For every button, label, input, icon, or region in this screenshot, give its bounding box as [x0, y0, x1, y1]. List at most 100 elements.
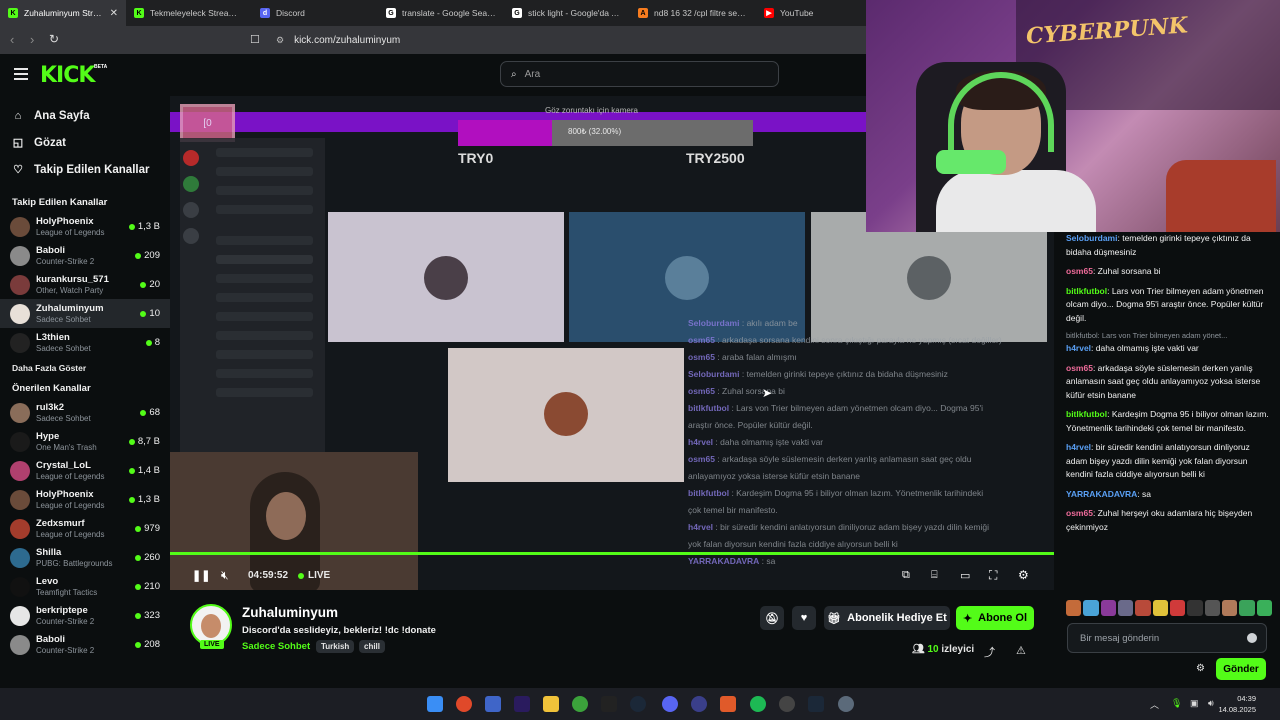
epic-icon[interactable] [601, 696, 617, 712]
gift-sub-button[interactable]: 🎁︎ Abonelik Hediye Et [824, 606, 950, 630]
sidebar-channel[interactable]: kurankursu_571 Other, Watch Party 20 [0, 270, 170, 299]
subscribe-button[interactable]: ✦ Abone Ol [956, 606, 1034, 630]
browser-tab[interactable]: K Zuhaluminyum Stream ✕ [0, 0, 126, 26]
app-icon[interactable] [779, 696, 795, 712]
site-info-icon[interactable]: ⚙ [276, 35, 284, 46]
emote-icon[interactable] [1256, 600, 1272, 616]
emote-icon[interactable] [1221, 600, 1238, 616]
emote-icon[interactable] [1117, 600, 1134, 616]
video-progress-bar[interactable] [170, 552, 1054, 555]
emote-icon[interactable] [1187, 600, 1203, 616]
sidebar-channel[interactable]: Zuhaluminyum Sadece Sohbet 10 [0, 299, 170, 328]
emote-icon[interactable] [1083, 600, 1099, 616]
notifications-off-button[interactable]: 🔕︎ [760, 606, 784, 630]
sidebar-channel[interactable]: Baboli Counter-Strike 2 209 [0, 241, 170, 270]
emote-icon[interactable] [1066, 600, 1082, 616]
streamer-name[interactable]: Zuhaluminyum [242, 605, 338, 620]
volume-icon[interactable]: 🔊︎ [1208, 698, 1214, 709]
chat-message[interactable]: osm65: Zuhal herşeyi oku adamlara hiç bi… [1066, 507, 1272, 534]
reload-icon[interactable]: ↻ [49, 32, 59, 46]
sidebar-channel[interactable]: Baboli Counter-Strike 2 208 [0, 630, 170, 659]
sidebar-channel[interactable]: Shilla PUBG: Battlegrounds 260 [0, 543, 170, 572]
stream-tag[interactable]: Turkish [316, 640, 355, 653]
settings-app-icon[interactable] [838, 696, 854, 712]
settings-icon[interactable]: ⚙ [1018, 568, 1029, 582]
chat-settings-icon[interactable]: ⚙ [1196, 663, 1205, 674]
chat-username[interactable]: osm65 [1066, 508, 1093, 518]
app-icon[interactable] [691, 696, 707, 712]
steam-icon[interactable] [808, 696, 824, 712]
xbox-icon[interactable] [572, 696, 588, 712]
browser-tab[interactable]: K Tekmeleyeleck Stream - W [126, 0, 252, 26]
chat-message[interactable]: bitlkfutbol: Kardeşim Dogma 95 i biliyor… [1066, 408, 1272, 435]
chat-username[interactable]: bitlkfutbol [1066, 286, 1107, 296]
chat-message[interactable]: osm65: Zuhal sorsana bi [1066, 265, 1272, 279]
search-input[interactable]: ⌕ Ara [500, 61, 779, 87]
browser-tab[interactable]: d Discord [252, 0, 378, 26]
emoji-icon[interactable] [1247, 633, 1257, 643]
sidebar-channel[interactable]: HolyPhoenix League of Legends 1,3 B [0, 212, 170, 241]
sidebar-nav-item[interactable]: ♡ Takip Edilen Kanallar [0, 156, 170, 183]
app-icon[interactable] [456, 696, 472, 712]
chat-message[interactable]: bitlkfutbol: Lars von Trier bilmeyen ada… [1066, 285, 1272, 326]
browser-tab[interactable]: And8 16 32 /cpl filtre seti 4 [630, 0, 756, 26]
premiere-icon[interactable] [514, 696, 530, 712]
sidebar-channel[interactable]: L3thien Sadece Sohbet 8 [0, 328, 170, 357]
bookmark-icon[interactable]: ☐ [250, 33, 260, 46]
spotify-icon[interactable] [750, 696, 766, 712]
clip-icon[interactable]: ⌸ [931, 569, 938, 582]
microphone-icon[interactable]: 🎙︎ [1171, 698, 1182, 709]
app-icon[interactable] [485, 696, 501, 712]
emote-icon[interactable] [1169, 600, 1186, 616]
steam-icon[interactable] [630, 696, 646, 712]
emote-icon[interactable] [1239, 600, 1255, 616]
report-icon[interactable]: ⚠ [1016, 644, 1026, 657]
sidebar-channel[interactable]: Hype One Man's Trash 8,7 B [0, 427, 170, 456]
chat-username[interactable]: osm65 [1066, 266, 1093, 276]
folder-icon[interactable] [543, 696, 559, 712]
chat-message[interactable]: Seloburdami: temelden girinki tepeye çık… [1066, 232, 1272, 259]
send-button[interactable]: Gönder [1216, 658, 1266, 680]
chat-message[interactable]: h4rvel: daha olmamış işte vakti var [1066, 342, 1272, 356]
chat-message[interactable]: h4rvel: bir süredir kendini anlatıyorsun… [1066, 441, 1272, 482]
discord-icon[interactable] [662, 696, 678, 712]
chat-username[interactable]: h4rvel [1066, 442, 1091, 452]
sidebar-channel[interactable]: Crystal_LoL League of Legends 1,4 B [0, 456, 170, 485]
sidebar-channel[interactable]: HolyPhoenix League of Legends 1,3 B [0, 485, 170, 514]
forward-icon[interactable]: › [30, 32, 34, 47]
theater-mode-icon[interactable]: ▭ [960, 569, 970, 582]
chat-reply-preview[interactable]: bitlkfutbol: Lars von Trier bilmeyen ada… [1066, 331, 1272, 340]
network-icon[interactable]: ▣ [1190, 698, 1199, 709]
chat-input[interactable]: Bir mesaj gönderin [1067, 623, 1267, 653]
sidebar-channel[interactable]: rul3k2 Sadece Sohbet 68 [0, 398, 170, 427]
chat-message[interactable]: YARRAKADAVRA: sa [1066, 488, 1272, 502]
tab-close-icon[interactable]: ✕ [110, 8, 118, 19]
chat-username[interactable]: osm65 [1066, 363, 1093, 373]
chat-message[interactable]: osm65: arkadaşa söyle süslemesin derken … [1066, 362, 1272, 403]
menu-icon[interactable] [14, 68, 28, 80]
emote-icon[interactable] [1204, 600, 1220, 616]
sidebar-nav-item[interactable]: ◱ Gözat [0, 129, 170, 156]
url-field[interactable]: ⚙ kick.com/zuhaluminyum [270, 30, 866, 50]
emote-icon[interactable] [1135, 600, 1151, 616]
stream-category[interactable]: Sadece Sohbet [242, 641, 310, 652]
live-indicator[interactable]: LIVE [298, 570, 330, 581]
pip-icon[interactable]: ⧉ [902, 569, 910, 582]
sidebar-channel[interactable]: Zedxsmurf League of Legends 979 [0, 514, 170, 543]
emote-icon[interactable] [1152, 600, 1168, 616]
show-more-link[interactable]: Daha Fazla Göster [0, 357, 170, 379]
system-clock[interactable]: 04:39 14.08.2025 [1218, 693, 1256, 715]
chat-username[interactable]: YARRAKADAVRA [1066, 489, 1137, 499]
brave-icon[interactable] [720, 696, 736, 712]
sidebar-channel[interactable]: Levo Teamfight Tactics 210 [0, 572, 170, 601]
share-icon[interactable]: ⤴ [984, 644, 995, 660]
emote-icon[interactable] [1100, 600, 1116, 616]
sidebar-channel[interactable]: berkriptepe Counter-Strike 2 323 [0, 601, 170, 630]
browser-tab[interactable]: Gtranslate - Google Search [378, 0, 504, 26]
chat-username[interactable]: bitlkfutbol [1066, 409, 1107, 419]
follow-button[interactable]: ♥ [792, 606, 816, 630]
mute-icon[interactable]: 🔇︎ [221, 568, 229, 583]
browser-tab[interactable]: Gstick light - Google'da Ara [504, 0, 630, 26]
pause-icon[interactable]: ❚❚ [192, 569, 210, 582]
back-icon[interactable]: ‹ [10, 32, 14, 47]
